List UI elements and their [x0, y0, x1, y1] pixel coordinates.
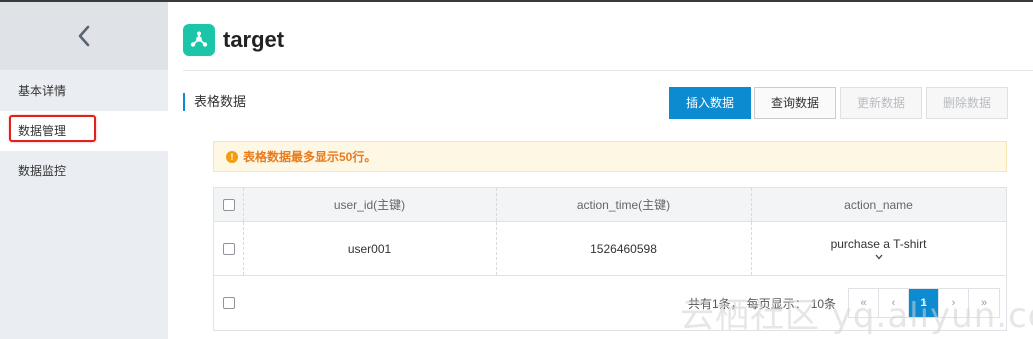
total-count-text: 共有1条，: [688, 296, 743, 311]
column-header-action-name[interactable]: action_name: [751, 188, 1006, 221]
table-footer: 共有1条， 每页显示： 10条 « ‹ 1 › »: [214, 276, 1006, 330]
pagination-info: 共有1条， 每页显示： 10条: [688, 276, 836, 330]
column-header-user-id[interactable]: user_id(主键): [243, 188, 496, 221]
page-1-button[interactable]: 1: [909, 289, 939, 317]
footer-select-checkbox[interactable]: [222, 297, 235, 309]
page-title: target: [223, 27, 285, 52]
delete-data-button[interactable]: 删除数据: [926, 87, 1008, 119]
back-button[interactable]: [0, 2, 168, 70]
share-nodes-icon: [190, 31, 208, 47]
cell-action-name: purchase a T-shirt: [751, 222, 1006, 275]
section-title: 表格数据: [183, 93, 246, 111]
per-page-label: 每页显示：: [746, 296, 807, 311]
page-header: target: [183, 2, 1033, 71]
pagination: « ‹ 1 › »: [848, 288, 1000, 318]
first-page-button[interactable]: «: [849, 289, 879, 317]
app-logo-icon: [183, 24, 215, 56]
sidebar: 基本详情 数据管理 数据监控: [0, 2, 168, 339]
sidebar-item-basic-details[interactable]: 基本详情: [0, 71, 168, 111]
next-page-button[interactable]: ›: [939, 289, 969, 317]
sidebar-item-data-monitoring[interactable]: 数据监控: [0, 151, 168, 191]
table-header: user_id(主键) action_time(主键) action_name: [214, 188, 1006, 222]
sidebar-item-data-management[interactable]: 数据管理: [0, 111, 168, 151]
chevron-left-icon: [78, 25, 90, 47]
insert-data-button[interactable]: 插入数据: [669, 87, 751, 119]
table-row: user001 1526460598 purchase a T-shirt: [214, 222, 1006, 276]
cell-action-name-text: purchase a T-shirt: [830, 237, 927, 251]
warning-icon: !: [226, 150, 238, 163]
row-checkbox[interactable]: [222, 242, 235, 255]
row-limit-notice: ! 表格数据最多显示50行。: [213, 141, 1007, 172]
update-data-button[interactable]: 更新数据: [840, 87, 922, 119]
select-all-checkbox[interactable]: [222, 198, 235, 211]
prev-page-button[interactable]: ‹: [879, 289, 909, 317]
chevron-down-icon[interactable]: [875, 254, 883, 260]
per-page-value[interactable]: 10条: [811, 295, 836, 312]
data-table: user_id(主键) action_time(主键) action_name …: [213, 187, 1007, 331]
notice-text: 表格数据最多显示50行。: [243, 150, 377, 164]
column-header-action-time[interactable]: action_time(主键): [496, 188, 751, 221]
cell-action-time: 1526460598: [590, 241, 657, 256]
cell-user-id: user001: [347, 241, 392, 256]
last-page-button[interactable]: »: [969, 289, 999, 317]
query-data-button[interactable]: 查询数据: [754, 87, 836, 119]
